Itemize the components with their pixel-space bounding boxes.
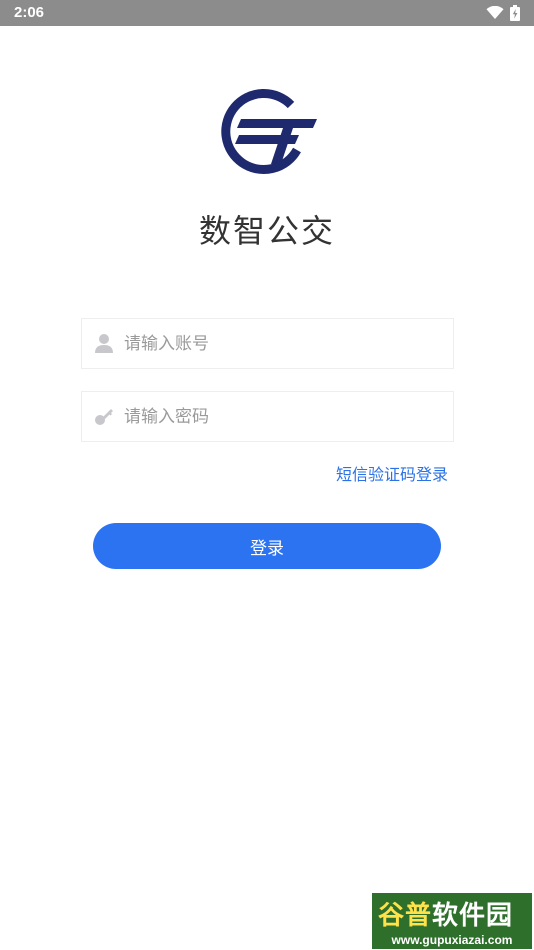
wifi-icon <box>486 6 504 19</box>
password-input[interactable] <box>124 392 444 441</box>
watermark-title-part2: 软件园 <box>432 901 514 931</box>
key-icon <box>95 409 113 425</box>
status-time: 2:06 <box>14 4 45 21</box>
status-bar: 2:06 <box>0 0 534 26</box>
account-input[interactable] <box>124 319 444 368</box>
account-field[interactable] <box>81 318 454 369</box>
login-button[interactable]: 登录 <box>93 523 441 569</box>
user-icon <box>95 334 113 353</box>
sms-login-link[interactable]: 短信验证码登录 <box>336 461 448 485</box>
watermark-url: www.gupuxiazai.com <box>391 933 513 947</box>
watermark-title-part1: 谷普 <box>378 901 433 931</box>
battery-icon <box>510 5 520 21</box>
watermark: 谷普软件园 www.gupuxiazai.com <box>372 893 532 949</box>
app-logo <box>221 89 317 175</box>
password-field[interactable] <box>81 391 454 442</box>
status-icons <box>486 5 520 21</box>
app-title: 数智公交 <box>198 212 335 250</box>
watermark-title: 谷普软件园 <box>378 895 513 932</box>
